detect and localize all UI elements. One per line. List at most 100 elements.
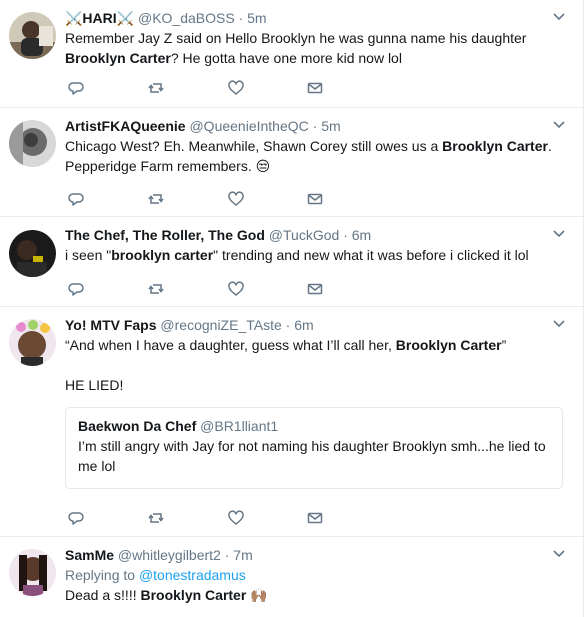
text-span: ? He gotta have one more kid now lol [170,50,402,66]
user-handle[interactable]: @KO_daBOSS [138,10,235,26]
envelope-icon[interactable] [306,190,324,208]
highlighted-term: Brooklyn Carter [442,138,548,154]
tweet-content: The Chef, The Roller, The God @TuckGod ·… [65,225,563,265]
avatar[interactable] [9,12,56,59]
text-span: Pepperidge Farm remembers. [65,158,256,174]
text-span: . [547,138,552,154]
tweet-actions [65,509,345,527]
tweet-text: Dead a ‌s!!!! Brooklyn Carter 🙌🏽 [65,585,563,605]
tweet-text-line: Remember Jay Z said on Hello Brooklyn he… [65,28,563,48]
user-handle[interactable]: @whitleygilbert2 [118,547,221,563]
display-name[interactable]: ArtistFKAQueenie [65,118,186,134]
tweet-header: SamMe @whitleygilbert2 · 7m [65,545,563,565]
tweet[interactable]: The Chef, The Roller, The God @TuckGod ·… [0,217,583,307]
retweet-icon[interactable] [147,190,165,208]
reply-icon[interactable] [67,79,85,97]
timestamp[interactable]: 6m [352,227,371,243]
text-span: Dead a ‌s!!!! [65,587,141,603]
tweet-text-line: i seen "brooklyn carter" trending and ne… [65,245,563,265]
display-name[interactable]: Yo! MTV Faps [65,317,157,333]
text-span: “And when I have a daughter, guess what … [65,337,396,353]
tweet-actions [65,190,345,208]
tweet-text-line: Brooklyn Carter? He gotta have one more … [65,48,563,68]
chevron-down-icon[interactable] [553,547,565,559]
tweet-text-line: “And when I have a daughter, guess what … [65,335,563,355]
timestamp[interactable]: 6m [294,317,313,333]
avatar[interactable] [9,120,56,167]
separator-dot: · [238,10,244,26]
tweet-actions [65,79,345,97]
tweet-content: Yo! MTV Faps @recogniZE_TAste · 6m “And … [65,315,563,489]
chevron-down-icon[interactable] [553,118,565,130]
highlighted-term: Brooklyn Carter [65,50,171,66]
quoted-tweet[interactable]: Baekwon Da Chef @BR1lliant1 I’m still an… [65,407,563,489]
reply-icon[interactable] [67,190,85,208]
separator-dot: · [312,118,318,134]
avatar[interactable] [9,230,56,277]
tweet-header: ⚔️HARI⚔️ @KO_daBOSS · 5m [65,8,563,28]
heart-icon[interactable] [227,190,245,208]
tweet[interactable]: ArtistFKAQueenie @QueenieIntheQC · 5m Ch… [0,108,583,217]
tweet[interactable]: ⚔️HARI⚔️ @KO_daBOSS · 5m Remember Jay Z … [0,0,583,108]
tweet[interactable]: SamMe @whitleygilbert2 · 7m Replying to … [0,537,583,617]
timestamp[interactable]: 5m [247,10,266,26]
emoji: 😒 [255,158,271,174]
display-name[interactable]: The Chef, The Roller, The God [65,227,265,243]
emoji: 🙌🏽 [250,587,268,603]
text-span: Remember Jay Z said on Hello Brooklyn he… [65,30,527,46]
quoted-display-name: Baekwon Da Chef [78,418,197,434]
tweet-text-line: Chicago West? Eh. Meanwhile, Shawn Corey… [65,136,563,156]
reply-icon[interactable] [67,280,85,298]
envelope-icon[interactable] [306,280,324,298]
display-name[interactable]: SamMe [65,547,114,563]
chevron-down-icon[interactable] [553,317,565,329]
tweet-text-line: Pepperidge Farm remembers. 😒 [65,156,563,176]
highlighted-term: Brooklyn Carter [395,337,502,353]
tweet-text: Chicago West? Eh. Meanwhile, Shawn Corey… [65,136,563,176]
tweet-text-line: Dead a ‌s!!!! Brooklyn Carter 🙌🏽 [65,585,563,605]
tweet-timeline: ⚔️HARI⚔️ @KO_daBOSS · 5m Remember Jay Z … [0,0,584,617]
tweet[interactable]: Yo! MTV Faps @recogniZE_TAste · 6m “And … [0,307,583,537]
highlighted-term: brooklyn carter [111,247,214,263]
tweet-content: ⚔️HARI⚔️ @KO_daBOSS · 5m Remember Jay Z … [65,8,563,68]
avatar[interactable] [9,319,56,366]
quoted-text-line: I’m still angry with Jay for not naming … [78,438,546,454]
tweet-text: i seen "brooklyn carter" trending and ne… [65,245,563,265]
tweet-content: ArtistFKAQueenie @QueenieIntheQC · 5m Ch… [65,116,563,176]
user-handle[interactable]: @recogniZE_TAste [160,317,281,333]
retweet-icon[interactable] [147,280,165,298]
heart-icon[interactable] [227,280,245,298]
avatar[interactable] [9,549,56,596]
tweet-text: Remember Jay Z said on Hello Brooklyn he… [65,28,563,68]
tweet-text-line: HE LIED! [65,375,563,395]
replying-to-handle-link[interactable]: @tonestradamus [139,567,246,583]
heart-icon[interactable] [227,509,245,527]
tweet-text: “And when I have a daughter, guess what … [65,335,563,395]
reply-icon[interactable] [67,509,85,527]
user-handle[interactable]: @QueenieIntheQC [189,118,308,134]
display-name[interactable]: ⚔️HARI⚔️ [65,10,134,26]
text-span: " trending and new what it was before i … [213,247,529,263]
tweet-header: ArtistFKAQueenie @QueenieIntheQC · 5m [65,116,563,136]
text-span: HE LIED! [65,377,124,393]
tweet-actions [65,280,345,298]
chevron-down-icon[interactable] [553,227,565,239]
retweet-icon[interactable] [147,509,165,527]
heart-icon[interactable] [227,79,245,97]
timestamp[interactable]: 7m [233,547,252,563]
tweet-text-line [65,355,563,375]
text-span: ” [501,337,507,353]
tweet-header: Yo! MTV Faps @recogniZE_TAste · 6m [65,315,563,335]
separator-dot: · [224,547,230,563]
retweet-icon[interactable] [147,79,165,97]
envelope-icon[interactable] [306,79,324,97]
chevron-down-icon[interactable] [553,10,565,22]
text-span: i seen " [65,247,112,263]
quoted-text-line: me lol [78,458,116,474]
user-handle[interactable]: @TuckGod [269,227,340,243]
envelope-icon[interactable] [306,509,324,527]
replying-to-label: Replying to [65,567,139,583]
separator-dot: · [285,317,291,333]
timestamp[interactable]: 5m [321,118,340,134]
tweet-content: SamMe @whitleygilbert2 · 7m Replying to … [65,545,563,605]
